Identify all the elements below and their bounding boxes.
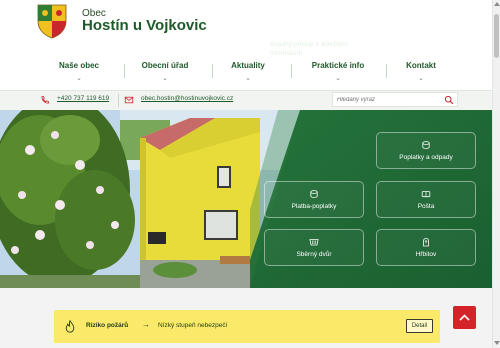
envelope-icon bbox=[124, 96, 134, 104]
scrollbar[interactable] bbox=[492, 0, 500, 348]
chevron-up-icon bbox=[459, 314, 470, 321]
nav-item-prakticke-info[interactable]: Praktické info ⌄ bbox=[300, 56, 376, 86]
main-nav: Naše obec ⌄ Obecní úřad ⌄ Aktuality ⌄ Pr… bbox=[48, 56, 460, 86]
nav-item-nase-obec[interactable]: Naše obec ⌄ bbox=[48, 56, 110, 86]
back-to-top-button[interactable] bbox=[453, 306, 476, 329]
quick-links-subtitle: Snadný přístup k důležitým informacím bbox=[270, 41, 349, 57]
tile-label: Hřbitov bbox=[415, 251, 437, 258]
tile-poplatky-a-odpady[interactable]: Poplatky a odpady bbox=[376, 132, 476, 169]
coins-icon bbox=[422, 141, 430, 149]
tile-label: Sběrný dvůr bbox=[296, 251, 332, 258]
site-title[interactable]: Hostín u Vojkovic bbox=[82, 17, 207, 34]
tile-label: Pošta bbox=[417, 203, 435, 210]
phone-icon bbox=[41, 96, 49, 104]
chevron-down-icon: ⌄ bbox=[245, 75, 251, 82]
phone-link[interactable]: +420 737 119 619 bbox=[57, 95, 109, 102]
nav-divider bbox=[124, 64, 125, 78]
grave-icon bbox=[423, 237, 429, 247]
nav-item-obecni-urad[interactable]: Obecní úřad ⌄ bbox=[132, 56, 198, 86]
quick-links-title: RYCHLÉ ODKAZY bbox=[270, 27, 350, 37]
mailbox-icon bbox=[421, 191, 431, 198]
nav-item-label: Obecní úřad bbox=[141, 61, 189, 70]
tile-label: Poplatky a odpady bbox=[399, 154, 453, 161]
tile-posta[interactable]: Pošta bbox=[376, 181, 476, 218]
nav-item-label: Kontakt bbox=[406, 61, 436, 70]
container-icon bbox=[309, 239, 319, 246]
search-input[interactable] bbox=[337, 95, 437, 105]
chevron-down-icon: ⌄ bbox=[335, 75, 341, 82]
search-icon[interactable] bbox=[444, 95, 454, 105]
tile-platba-poplatky[interactable]: Platba-poplatky bbox=[264, 181, 364, 218]
nav-divider bbox=[291, 64, 292, 78]
chevron-down-icon: ⌄ bbox=[76, 75, 82, 82]
nav-divider bbox=[386, 64, 387, 78]
detail-button[interactable]: Detail bbox=[406, 319, 433, 333]
alert-title: Riziko požárů bbox=[86, 322, 129, 329]
scrollbar-thumb[interactable] bbox=[494, 14, 499, 58]
arrow-right-icon: → bbox=[142, 320, 150, 329]
nav-item-label: Praktické info bbox=[311, 61, 365, 70]
chevron-down-icon: ⌄ bbox=[162, 75, 168, 82]
tile-sberny-dvur[interactable]: Sběrný dvůr bbox=[264, 229, 364, 266]
nav-item-aktuality[interactable]: Aktuality ⌄ bbox=[220, 56, 276, 86]
fire-icon bbox=[65, 320, 75, 333]
contact-divider bbox=[118, 94, 119, 107]
nav-divider bbox=[212, 64, 213, 78]
search-box bbox=[332, 92, 458, 107]
coat-of-arms-icon[interactable] bbox=[36, 3, 68, 39]
scroll-down-arrow-icon[interactable] bbox=[494, 341, 500, 345]
page: Obec Hostín u Vojkovic Naše obec ⌄ Obecn… bbox=[0, 0, 500, 348]
site-header: Obec Hostín u Vojkovic bbox=[0, 0, 492, 46]
tile-label: Platba-poplatky bbox=[291, 203, 337, 210]
alert-text: Nízký stupeň nebezpečí bbox=[158, 322, 228, 329]
fire-risk-alert: Riziko požárů → Nízký stupeň nebezpečí D… bbox=[54, 310, 440, 343]
nav-item-label: Naše obec bbox=[58, 61, 100, 70]
tile-hrbitov[interactable]: Hřbitov bbox=[376, 229, 476, 266]
nav-item-label: Aktuality bbox=[231, 61, 265, 70]
nav-item-kontakt[interactable]: Kontakt ⌄ bbox=[394, 56, 448, 86]
coins-icon bbox=[310, 190, 318, 198]
chevron-down-icon: ⌄ bbox=[418, 75, 424, 82]
scroll-up-arrow-icon[interactable] bbox=[494, 2, 500, 6]
email-link[interactable]: obec.hostin@hostinuvojkovic.cz bbox=[141, 95, 233, 102]
